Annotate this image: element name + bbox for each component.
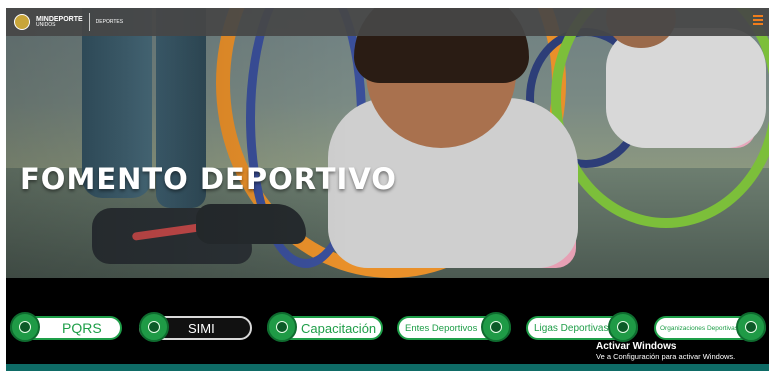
button-label: SIMI bbox=[188, 320, 215, 336]
coat-of-arms-icon bbox=[14, 14, 30, 30]
button-label: Entes Deportivos bbox=[405, 322, 478, 334]
button-label: Ligas Deportivas bbox=[534, 322, 609, 334]
trophy-icon bbox=[608, 312, 638, 342]
button-label: PQRS bbox=[62, 320, 102, 336]
logo-text: DEPORTES bbox=[95, 18, 124, 25]
simi-button[interactable]: SIMI bbox=[139, 312, 252, 342]
button-label: Capacitación bbox=[301, 320, 377, 336]
hero-banner bbox=[6, 8, 769, 278]
globe-icon bbox=[10, 312, 40, 342]
hamburger-menu-icon[interactable] bbox=[753, 15, 763, 25]
button-label: Organizaciones Deportivas bbox=[660, 324, 739, 332]
footer-strip bbox=[6, 364, 769, 371]
chat-icon bbox=[267, 312, 297, 342]
logo-text: UNIDOS bbox=[36, 22, 56, 28]
entes-deportivos-button[interactable]: Entes Deportivos bbox=[397, 312, 511, 342]
divider bbox=[88, 13, 90, 31]
windows-activation-watermark: Activar Windows Ve a Configuración para … bbox=[596, 341, 735, 361]
ligas-deportivas-button[interactable]: Ligas Deportivas bbox=[526, 312, 638, 342]
shield-icon bbox=[481, 312, 511, 342]
hero-title: FOMENTO DEPORTIVO bbox=[20, 162, 397, 196]
watermark-title: Activar Windows bbox=[596, 341, 677, 352]
organizaciones-deportivas-button[interactable]: Organizaciones Deportivas bbox=[654, 312, 766, 342]
pqrs-button[interactable]: PQRS bbox=[10, 312, 122, 342]
top-header: MINDEPORTE UNIDOS DEPORTES bbox=[6, 8, 769, 36]
watermark-subtitle: Ve a Configuración para activar Windows. bbox=[596, 351, 736, 361]
capacitacion-button[interactable]: Capacitación bbox=[267, 312, 383, 342]
window-icon bbox=[139, 312, 169, 342]
site-logo[interactable]: MINDEPORTE UNIDOS DEPORTES bbox=[14, 13, 123, 31]
medal-icon bbox=[736, 312, 766, 342]
